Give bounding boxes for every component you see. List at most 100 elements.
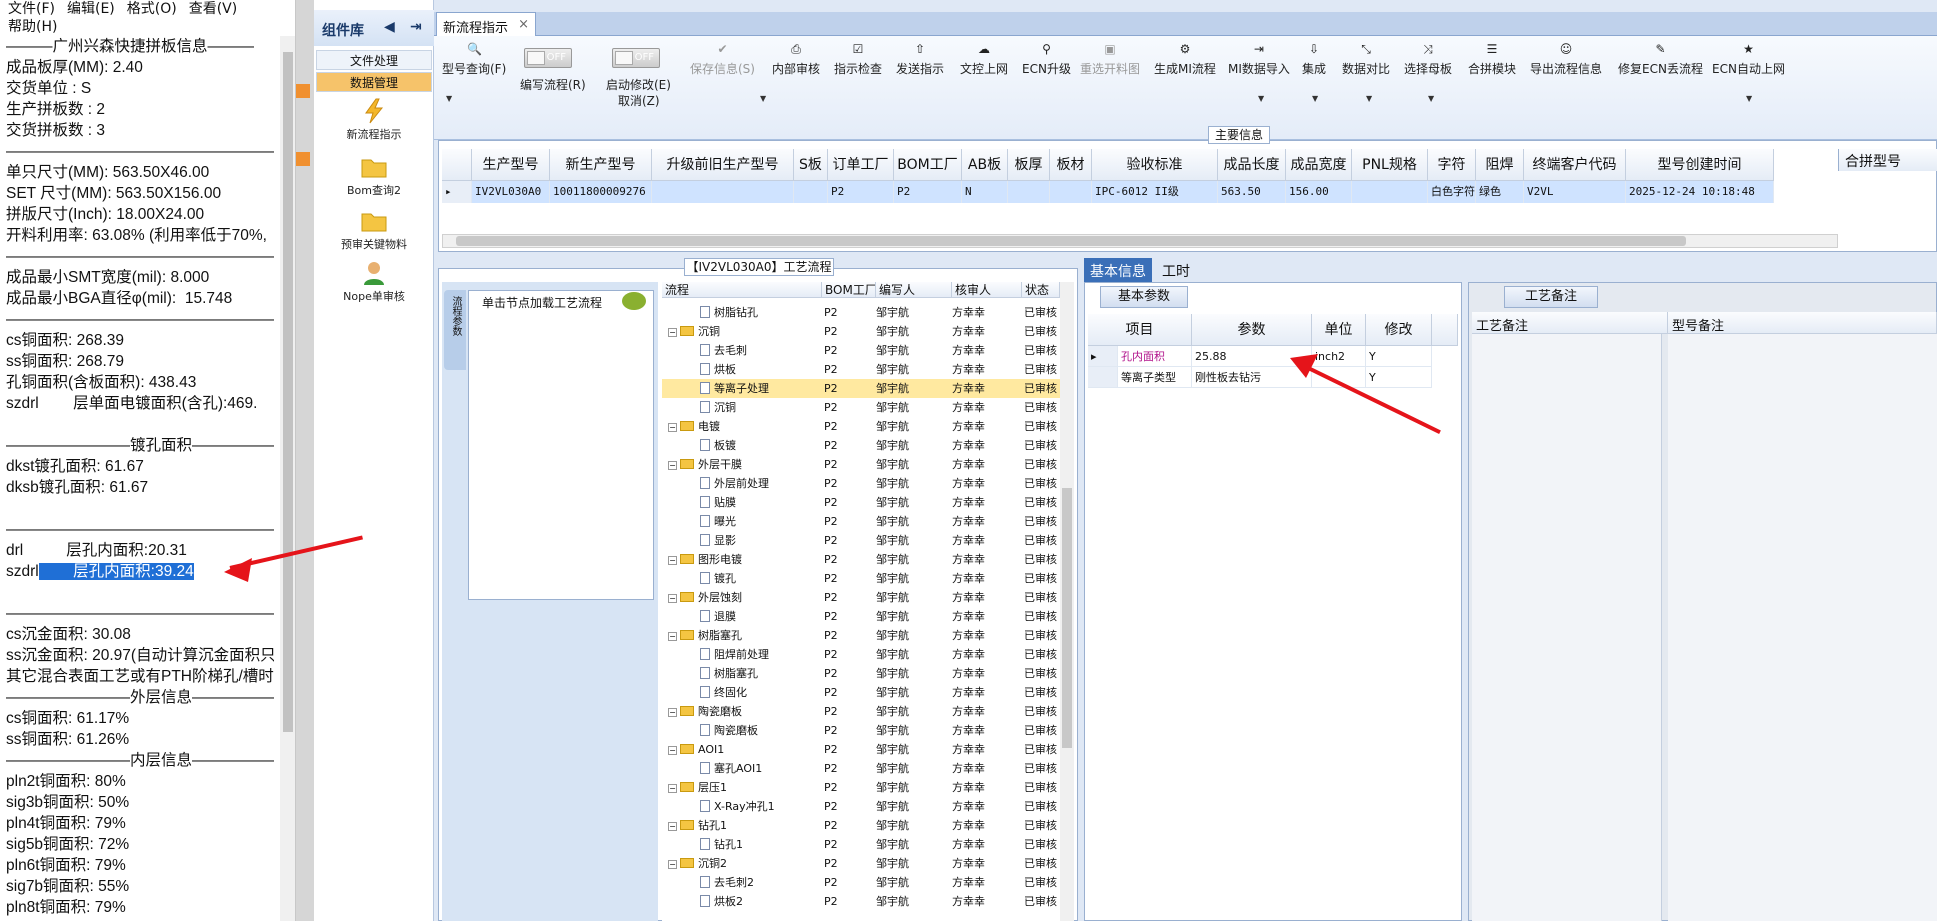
dropdown-arrow-icon[interactable]: ▼ <box>1312 94 1318 103</box>
collapse-icon[interactable]: − <box>668 423 677 432</box>
flow-column-header[interactable]: 状态 <box>1022 282 1060 298</box>
main-info-cell[interactable]: 白色字符 <box>1428 181 1476 203</box>
main-info-cell[interactable] <box>1008 181 1050 203</box>
collapse-icon[interactable]: − <box>668 328 677 337</box>
tab-new-flow-instruction[interactable]: 新流程指示 × <box>436 12 536 36</box>
notepad-text-area[interactable]: ———广州兴森快捷拼板信息——— 成品板厚(MM): 2.40 交货单位 : S 生产… <box>0 36 280 921</box>
flow-tree-row[interactable]: 镀孔 P2 邹宇航 方幸幸 已审核 <box>662 569 1060 588</box>
send-instruction-button[interactable]: ⇧ 发送指示 <box>896 42 944 77</box>
main-info-column-header[interactable]: 生产型号 <box>472 149 550 181</box>
main-info-cell[interactable]: P2 <box>828 181 894 203</box>
cancel-button[interactable]: 取消(Z) <box>618 92 660 109</box>
tab-file-processing[interactable]: 文件处理 <box>316 50 432 70</box>
main-info-column-header[interactable]: 字符 <box>1428 149 1476 181</box>
flow-tree-row[interactable]: 阻焊前处理 P2 邹宇航 方幸幸 已审核 <box>662 645 1060 664</box>
flow-tree-row[interactable]: − 沉铜2 P2 邹宇航 方幸幸 已审核 <box>662 854 1060 873</box>
flow-tree-row[interactable]: 显影 P2 邹宇航 方幸幸 已审核 <box>662 531 1060 550</box>
instruction-check-button[interactable]: ☑ 指示检查 <box>834 42 882 77</box>
merge-module-button[interactable]: ☰ 合拼模块 <box>1468 42 1516 77</box>
main-info-column-header[interactable]: 阻焊 <box>1476 149 1524 181</box>
ecn-auto-online-button[interactable]: ★ ECN自动上网 <box>1712 42 1785 77</box>
flow-tree-row[interactable]: 树脂钻孔 P2 邹宇航 方幸幸 已审核 <box>662 303 1060 322</box>
dropdown-arrow-icon[interactable]: ▼ <box>1258 94 1264 103</box>
main-info-cell[interactable]: 绿色 <box>1476 181 1524 203</box>
tab-basic-info[interactable]: 基本信息 <box>1084 258 1152 282</box>
integrate-button[interactable]: ⇩ 集成 <box>1302 42 1326 77</box>
main-info-column-header[interactable]: S板 <box>794 149 828 181</box>
collapse-icon[interactable]: − <box>668 632 677 641</box>
flow-tree-row[interactable]: 板镀 P2 邹宇航 方幸幸 已审核 <box>662 436 1060 455</box>
flow-tree-row[interactable]: − 树脂塞孔 P2 邹宇航 方幸幸 已审核 <box>662 626 1060 645</box>
repair-ecn-flow-button[interactable]: ✎ 修复ECN丢流程 <box>1618 42 1703 77</box>
pre-review-material-item[interactable]: 预审关键物料 <box>316 208 432 252</box>
dropdown-arrow-icon[interactable]: ▼ <box>1428 94 1434 103</box>
flow-tree-row[interactable]: − 图形电镀 P2 邹宇航 方幸幸 已审核 <box>662 550 1060 569</box>
main-info-cell[interactable]: 563.50 <box>1218 181 1286 203</box>
flow-tree-row[interactable]: 烘板 P2 邹宇航 方幸幸 已审核 <box>662 360 1060 379</box>
flow-tree-row[interactable]: 树脂塞孔 P2 邹宇航 方幸幸 已审核 <box>662 664 1060 683</box>
edit-flow-toggle[interactable]: OFF <box>524 48 572 68</box>
collapse-icon[interactable]: − <box>668 746 677 755</box>
flow-params-tab[interactable]: 流程参数 <box>444 290 466 370</box>
flow-tree-row[interactable]: 塞孔AOI1 P2 邹宇航 方幸幸 已审核 <box>662 759 1060 778</box>
flow-tree-row[interactable]: 终固化 P2 邹宇航 方幸幸 已审核 <box>662 683 1060 702</box>
main-info-cell[interactable] <box>1352 181 1428 203</box>
param-unit-cell[interactable]: inch2 <box>1312 346 1366 367</box>
notepad-scroll-thumb[interactable] <box>283 52 293 732</box>
flow-tree-row[interactable]: − 陶瓷磨板 P2 邹宇航 方幸幸 已审核 <box>662 702 1060 721</box>
main-info-cell[interactable] <box>652 181 794 203</box>
main-info-column-header[interactable]: 新生产型号 <box>550 149 652 181</box>
reselect-cutting-button[interactable]: ▣ 重选开料图 <box>1080 42 1140 77</box>
main-info-column-header[interactable]: 型号创建时间 <box>1626 149 1774 181</box>
flow-column-header[interactable]: 核审人 <box>952 282 1022 298</box>
param-row-indicator[interactable]: ▸ <box>1088 346 1118 367</box>
new-flow-instruction-item[interactable]: 新流程指示 <box>316 98 432 142</box>
main-info-column-header[interactable]: 板材 <box>1050 149 1092 181</box>
flow-tree-row[interactable]: 烘板2 P2 邹宇航 方幸幸 已审核 <box>662 892 1060 911</box>
flow-tree-row[interactable]: − AOI1 P2 邹宇航 方幸幸 已审核 <box>662 740 1060 759</box>
dropdown-arrow-icon[interactable]: ▼ <box>1746 94 1752 103</box>
main-info-column-header[interactable]: 终端客户代码 <box>1524 149 1626 181</box>
main-info-column-header[interactable]: AB板 <box>962 149 1008 181</box>
save-info-button[interactable]: ✔ 保存信息(S) <box>690 42 755 77</box>
flow-tree-row[interactable]: 陶瓷磨板 P2 邹宇航 方幸幸 已审核 <box>662 721 1060 740</box>
main-info-cell[interactable]: 10011800009276 <box>550 181 652 203</box>
select-mother-board-button[interactable]: ⤨ 选择母板 <box>1404 42 1452 77</box>
main-info-cell[interactable]: 156.00 <box>1286 181 1352 203</box>
tab-work-hours[interactable]: 工时 <box>1156 258 1196 282</box>
flow-tree-row[interactable]: 贴膜 P2 邹宇航 方幸幸 已审核 <box>662 493 1060 512</box>
param-row-indicator[interactable] <box>1088 367 1118 388</box>
ecn-upgrade-button[interactable]: ⚲ ECN升级 <box>1022 42 1071 77</box>
generate-mi-flow-button[interactable]: ⚙ 生成MI流程 <box>1154 42 1216 77</box>
param-modify-cell[interactable]: Y <box>1366 346 1432 367</box>
main-info-hscroll-thumb[interactable] <box>456 236 1686 246</box>
main-info-column-header[interactable]: BOM工厂 <box>894 149 962 181</box>
collapse-icon[interactable]: − <box>668 556 677 565</box>
close-icon[interactable]: × <box>518 17 529 32</box>
flow-tree-row[interactable]: − 沉铜 P2 邹宇航 方幸幸 已审核 <box>662 322 1060 341</box>
dropdown-arrow-icon[interactable]: ▼ <box>1366 94 1372 103</box>
collapse-icon[interactable]: − <box>668 860 677 869</box>
flow-tree-row[interactable]: 退膜 P2 邹宇航 方幸幸 已审核 <box>662 607 1060 626</box>
main-info-column-header[interactable]: 成品宽度 <box>1286 149 1352 181</box>
process-notes-tab[interactable]: 工艺备注 <box>1504 286 1598 308</box>
menu-help[interactable]: 帮助(H) <box>8 19 57 35</box>
flow-tree-scroll-thumb[interactable] <box>1062 488 1072 748</box>
flow-tree-row[interactable]: 去毛刺 P2 邹宇航 方幸幸 已审核 <box>662 341 1060 360</box>
main-info-column-header[interactable]: 升级前旧生产型号 <box>652 149 794 181</box>
tab-data-management[interactable]: 数据管理 <box>316 72 432 92</box>
flow-tree-row[interactable]: 钻孔1 P2 邹宇航 方幸幸 已审核 <box>662 835 1060 854</box>
doc-control-online-button[interactable]: ☁ 文控上网 <box>960 42 1008 77</box>
collapse-icon[interactable]: − <box>668 822 677 831</box>
flow-column-header[interactable]: 编写人 <box>876 282 952 298</box>
flow-tree-row[interactable]: 曝光 P2 邹宇航 方幸幸 已审核 <box>662 512 1060 531</box>
model-query-button[interactable]: 🔍 型号查询(F) <box>442 42 506 77</box>
main-info-cell[interactable]: IV2VL030A0 <box>472 181 550 203</box>
bom-query-item[interactable]: Bom查询2 <box>316 154 432 198</box>
basic-params-tab[interactable]: 基本参数 <box>1100 286 1188 308</box>
selected-text[interactable]: 层孔内面积:39.24 <box>38 563 194 580</box>
dropdown-arrow-icon[interactable]: ▼ <box>760 94 766 103</box>
flow-tree-row[interactable]: 沉铜 P2 邹宇航 方幸幸 已审核 <box>662 398 1060 417</box>
internal-review-button[interactable]: ⎙ 内部审核 <box>772 42 820 77</box>
dropdown-arrow-icon[interactable]: ▼ <box>446 94 452 103</box>
